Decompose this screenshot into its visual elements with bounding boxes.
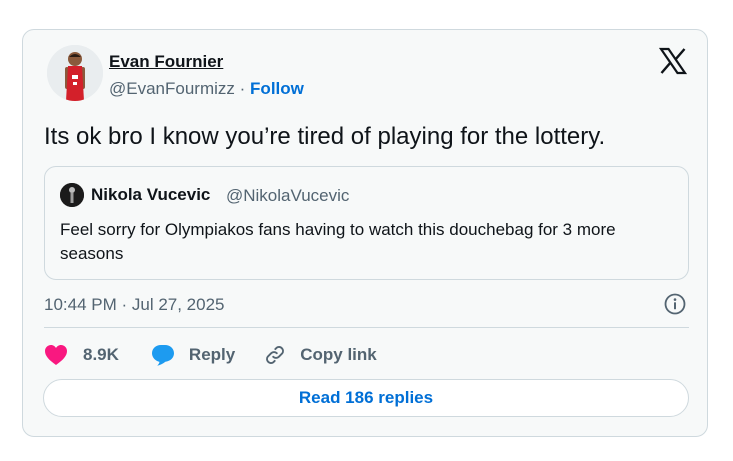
- divider: [44, 327, 689, 328]
- meta-separator: ·: [239, 79, 246, 98]
- x-logo-icon[interactable]: [658, 47, 688, 75]
- author-avatar[interactable]: [47, 45, 103, 101]
- quoted-tweet-text: Feel sorry for Olympiakos fans having to…: [60, 220, 616, 263]
- like-button[interactable]: 8.9K: [44, 344, 119, 366]
- quoted-author-avatar[interactable]: [60, 183, 84, 207]
- link-icon: [263, 343, 287, 367]
- quoted-author-name[interactable]: Nikola Vucevic: [91, 185, 210, 205]
- action-bar: 8.9K Reply Copy link: [44, 340, 377, 370]
- reply-label: Reply: [188, 345, 236, 364]
- info-icon[interactable]: [663, 292, 687, 316]
- like-count: 8.9K: [83, 345, 119, 364]
- quoted-author-handle[interactable]: @NikolaVucevic: [226, 186, 349, 206]
- copy-link-label: Copy link: [300, 345, 377, 364]
- author-handle[interactable]: @EvanFourmizz: [109, 79, 235, 98]
- quoted-tweet[interactable]: Nikola Vucevic @NikolaVucevic Feel sorry…: [44, 166, 689, 280]
- follow-button[interactable]: Follow: [250, 79, 304, 98]
- author-meta: @EvanFourmizz · Follow: [109, 79, 304, 99]
- author-name[interactable]: Evan Fournier: [109, 52, 223, 72]
- tweet-timestamp[interactable]: 10:44 PM · Jul 27, 2025: [44, 295, 225, 315]
- embedded-tweet-card[interactable]: Evan Fournier @EvanFourmizz · Follow Its…: [22, 29, 708, 437]
- speech-bubble-icon: [151, 344, 175, 366]
- heart-icon: [44, 344, 68, 366]
- reply-button[interactable]: Reply: [151, 344, 235, 366]
- tweet-text: Its ok bro I know you’re tired of playin…: [44, 123, 606, 150]
- copy-link-button[interactable]: Copy link: [263, 343, 377, 367]
- read-replies-button[interactable]: Read 186 replies: [43, 379, 689, 417]
